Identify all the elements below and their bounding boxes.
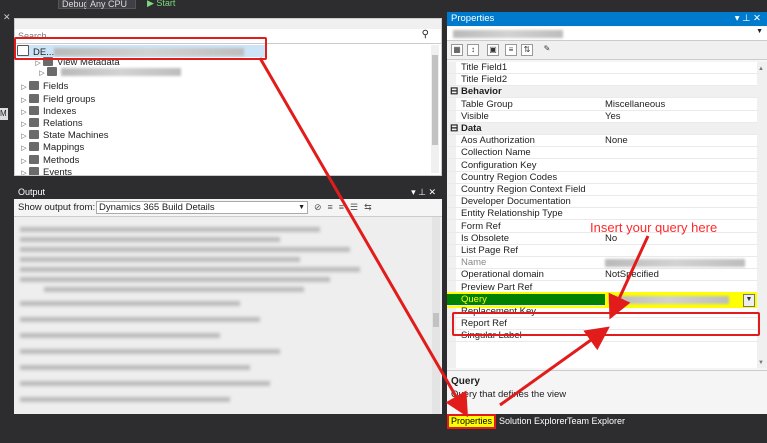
arrow-to-query <box>499 326 610 407</box>
arrow-to-properties-tab <box>258 57 469 418</box>
annotation-arrows <box>258 57 650 418</box>
arrow-from-label <box>608 235 650 320</box>
